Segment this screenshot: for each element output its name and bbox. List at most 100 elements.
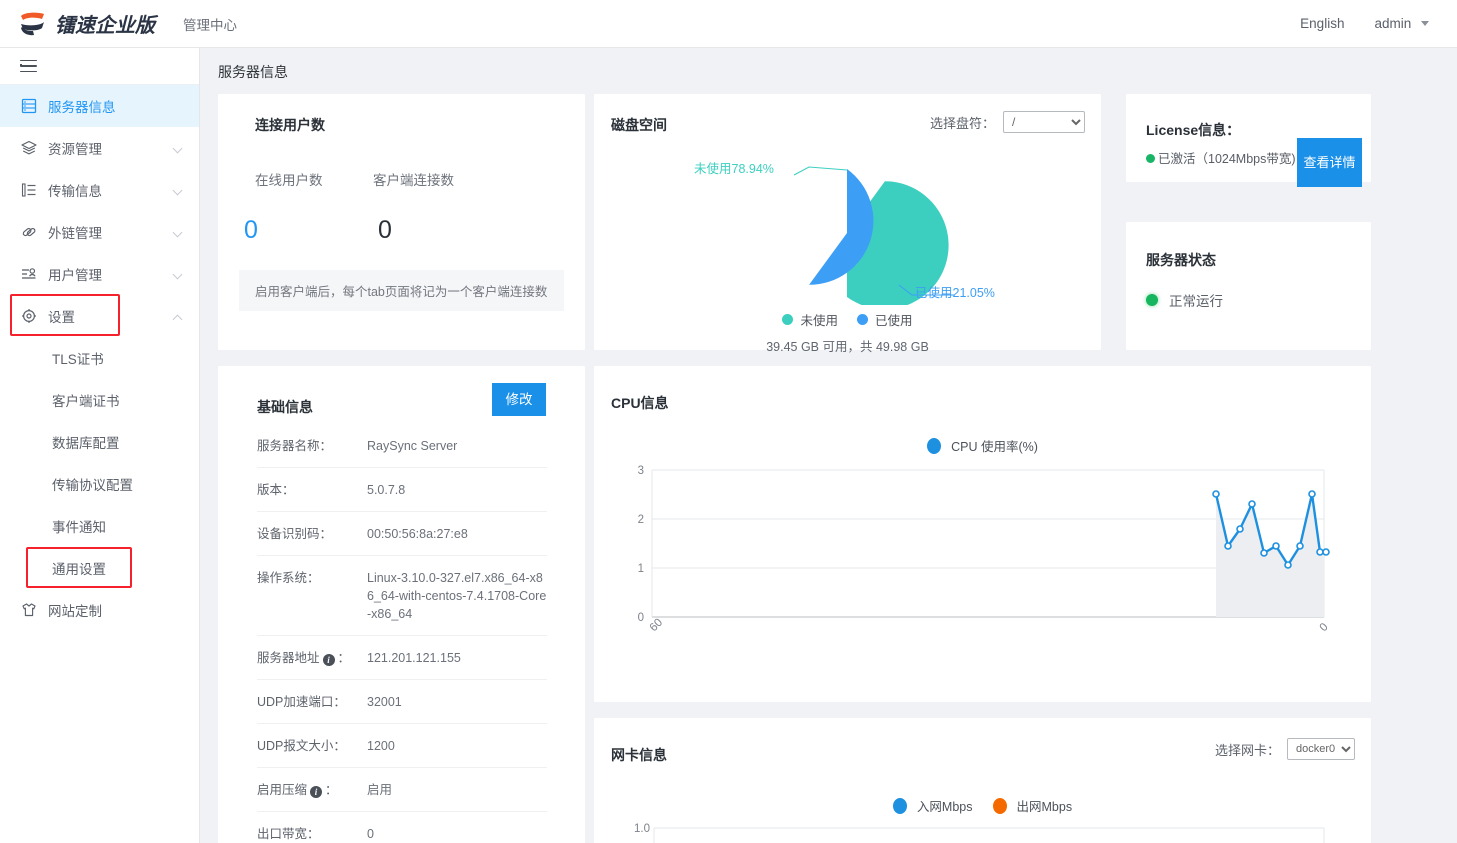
sidebar-item-label: 传输信息 xyxy=(48,184,102,199)
sidebar-item-server-info[interactable]: 服务器信息 xyxy=(0,85,199,127)
info-key: 服务器地址 i： xyxy=(257,651,351,666)
cpu-ytick-1: 1 xyxy=(638,563,644,575)
disk-summary: 39.45 GB 可用，共 49.98 GB xyxy=(766,340,929,354)
legend-dot-cpu[interactable] xyxy=(927,437,942,454)
sidebar-subitem-client-cert[interactable]: 客户端证书 xyxy=(0,379,199,421)
info-row: 设备识别码： 00:50:56:8a:27:e8 xyxy=(257,512,547,556)
sidebar-item-label: 用户管理 xyxy=(48,268,102,283)
server-status-line: 正常运行 xyxy=(1146,290,1223,310)
sidebar-subitem-general-settings[interactable]: 通用设置 xyxy=(0,547,199,589)
info-row: 版本： 5.0.7.8 xyxy=(257,468,547,512)
sidebar-item-site-customize[interactable]: 网站定制 xyxy=(0,589,199,631)
info-key-text: 启用压缩 xyxy=(257,783,308,797)
chevron-down-icon xyxy=(174,228,183,237)
sidebar-collapse-row[interactable] xyxy=(0,48,199,85)
status-dot-icon xyxy=(1146,294,1158,306)
card-title: 基础信息 xyxy=(257,399,313,415)
nic-ytick-1: 1.0 xyxy=(634,823,650,835)
sidebar-item-label: 服务器信息 xyxy=(48,100,116,115)
cpu-ytick-0: 0 xyxy=(638,612,644,624)
sidebar-item-label: 外链管理 xyxy=(48,226,102,241)
client-connections-label: 客户端连接数 xyxy=(373,173,454,188)
legend-dot-in[interactable] xyxy=(892,797,907,814)
layers-icon xyxy=(20,140,37,157)
header-actions: English admin xyxy=(1300,16,1429,31)
hamburger-icon[interactable] xyxy=(20,59,37,73)
cpu-legend: CPU 使用率(%) xyxy=(594,436,1371,455)
sidebar-item-external-link[interactable]: 外链管理 xyxy=(0,211,199,253)
legend-dot-unused[interactable] xyxy=(782,314,794,325)
legend-label-out: 出网Mbps xyxy=(1016,800,1073,814)
info-key: 操作系统： xyxy=(257,571,320,585)
info-value: 5.0.7.8 xyxy=(367,483,406,497)
user-group-icon xyxy=(20,266,37,283)
info-key: 出口带宽： xyxy=(257,827,320,841)
info-row: UDP加速端口： 32001 xyxy=(257,680,547,724)
license-status-text: 已激活（1024Mbps带宽) xyxy=(1158,152,1296,166)
license-status: 已激活（1024Mbps带宽) xyxy=(1146,150,1316,169)
user-menu[interactable]: admin xyxy=(1374,16,1429,31)
server-status-text: 正常运行 xyxy=(1169,294,1223,309)
shirt-icon xyxy=(20,602,37,619)
modify-button[interactable]: 修改 xyxy=(492,383,546,416)
info-row: 出口带宽： 0 xyxy=(257,812,547,843)
cpu-line-chart: 3 2 1 0 60 0 xyxy=(638,465,1331,634)
info-value: 121.201.121.155 xyxy=(367,651,461,665)
view-license-details-button[interactable]: 查看详情 xyxy=(1297,138,1362,187)
language-switch[interactable]: English xyxy=(1300,16,1344,31)
nic-legend: 入网Mbps 出网Mbps xyxy=(594,796,1371,815)
pie-legend: 未使用 已使用 xyxy=(594,310,1101,329)
info-value: 00:50:56:8a:27:e8 xyxy=(367,527,468,541)
pie-leader-unused xyxy=(793,166,848,176)
client-connections-value: 0 xyxy=(378,216,392,244)
connected-users-card: 连接用户数 在线用户数 客户端连接数 0 0 启用客户端后，每个tab页面将记为… xyxy=(218,94,585,350)
info-tooltip-icon[interactable]: i xyxy=(310,786,323,798)
nic-select[interactable]: docker0 xyxy=(1287,738,1355,760)
legend-dot-used[interactable] xyxy=(857,314,868,325)
info-row: 启用压缩 i： 启用 xyxy=(257,768,547,812)
info-key: 启用压缩 i： xyxy=(257,783,338,798)
chevron-down-icon xyxy=(174,186,183,195)
legend-label-cpu: CPU 使用率(%) xyxy=(951,440,1038,454)
nic-select-row: 选择网卡： docker0 xyxy=(1215,738,1355,760)
status-dot-icon xyxy=(1146,154,1155,163)
info-value: 0 xyxy=(367,827,374,841)
sidebar-item-user-mgmt[interactable]: 用户管理 xyxy=(0,253,199,295)
sidebar-subitem-tls-cert[interactable]: TLS证书 xyxy=(0,337,199,379)
sidebar-subitem-label: 事件通知 xyxy=(52,520,106,535)
cpu-ytick-3: 3 xyxy=(638,465,644,477)
sidebar-item-transfer-info[interactable]: 传输信息 xyxy=(0,169,199,211)
brand-logo[interactable]: 镭速企业版 xyxy=(18,9,155,38)
raysync-logo-icon xyxy=(18,10,48,38)
info-key: 设备识别码： xyxy=(257,527,333,541)
main-content: 服务器信息 连接用户数 在线用户数 客户端连接数 0 0 启用客户端后，每个ta… xyxy=(200,48,1457,843)
sidebar-item-label: 设置 xyxy=(48,310,75,325)
admin-center-label[interactable]: 管理中心 xyxy=(183,14,237,34)
info-key: UDP加速端口： xyxy=(257,695,346,709)
sidebar-item-resource-mgmt[interactable]: 资源管理 xyxy=(0,127,199,169)
info-tooltip-icon[interactable]: i xyxy=(322,654,335,666)
sidebar-subitem-database-config[interactable]: 数据库配置 xyxy=(0,421,199,463)
sidebar-subitem-protocol-config[interactable]: 传输协议配置 xyxy=(0,463,199,505)
info-key: 服务器名称： xyxy=(257,439,333,453)
server-icon xyxy=(20,98,37,115)
info-row: 操作系统： Linux-3.10.0-327.el7.x86_64-x86_64… xyxy=(257,556,547,636)
sidebar-subitem-event-notify[interactable]: 事件通知 xyxy=(0,505,199,547)
sidebar-item-settings[interactable]: 设置 xyxy=(0,295,199,337)
sidebar-subitem-label: 传输协议配置 xyxy=(52,478,133,493)
sidebar-subitem-label: 客户端证书 xyxy=(52,394,120,409)
pie-annotation-used: 已使用21.05% xyxy=(915,286,995,300)
info-key-text: 服务器地址 xyxy=(257,651,320,665)
info-value: 启用 xyxy=(367,783,393,797)
info-value: Linux-3.10.0-327.el7.x86_64-x86_64-with-… xyxy=(367,571,547,621)
legend-label-used: 已使用 xyxy=(875,314,913,328)
cpu-ytick-2: 2 xyxy=(638,514,644,526)
chevron-down-icon xyxy=(1421,21,1429,26)
legend-label-unused: 未使用 xyxy=(800,314,838,328)
disk-pie-chart: 未使用78.94% 已使用21.05% 未使用 已使用 39.45 GB 可用，… xyxy=(594,130,1101,354)
legend-dot-out[interactable] xyxy=(992,797,1007,814)
legend-label-in: 入网Mbps xyxy=(916,800,973,814)
card-title: 服务器状态 xyxy=(1146,252,1216,268)
online-users-label: 在线用户数 xyxy=(255,173,323,188)
card-title: License信息： xyxy=(1146,122,1241,138)
